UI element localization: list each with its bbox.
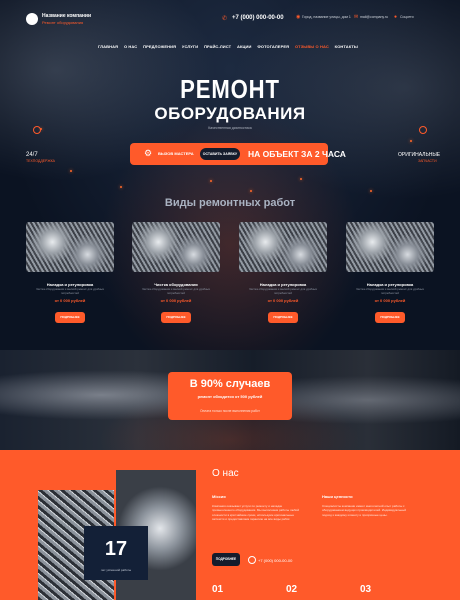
- stat-number: 02: [286, 584, 298, 595]
- nav-item-home[interactable]: ГЛАВНАЯ: [98, 44, 118, 54]
- spark: [300, 178, 302, 180]
- nav-item-about[interactable]: О НАС: [124, 44, 137, 54]
- spark: [70, 170, 72, 172]
- header-address: Город, название улицы, дом 1: [302, 15, 351, 19]
- service-card: Наладка и регулировка Чистка оборудовани…: [26, 222, 114, 332]
- parts-subtitle: ЗАПЧАСТИ: [418, 159, 437, 163]
- slider-prev-icon[interactable]: [33, 126, 41, 134]
- hero-subtitle: Качественная диагностика: [208, 126, 252, 130]
- service-image: [346, 222, 434, 272]
- hero-title: РЕМОНТ: [180, 74, 280, 104]
- service-image: [239, 222, 327, 272]
- details-button[interactable]: ПОДРОБНЕЕ: [268, 312, 298, 323]
- promo-note: Оплата только после выполнения работ: [200, 409, 260, 413]
- hero-section: Название компании Ремонт оборудования ✆ …: [0, 0, 460, 350]
- about-phone[interactable]: +7 (000) 000-00-00: [258, 558, 292, 563]
- support-title: 24/7: [26, 152, 38, 158]
- logo-icon[interactable]: [26, 13, 38, 25]
- nav-item-promos[interactable]: АКЦИИ: [237, 44, 252, 54]
- service-description: Чистка оборудования и мелкий ремонт для …: [248, 287, 318, 295]
- services-title: Виды ремонтных работ: [164, 197, 296, 209]
- service-image: [26, 222, 114, 272]
- company-name[interactable]: Название компании: [42, 13, 91, 19]
- gear-icon: ⚙: [144, 148, 153, 158]
- stat-number: 03: [360, 584, 372, 595]
- service-description: Чистка оборудования и мелкий ремонт для …: [35, 287, 105, 295]
- cta-bar: ⚙ ВЫЗОВ МАСТЕРА ОСТАВИТЬ ЗАЯВКУ НА ОБЪЕК…: [130, 143, 346, 165]
- nav-item-gallery[interactable]: ФОТОГАЛЕРЕЯ: [257, 44, 289, 54]
- promo-box: В 90% случаев ремонт обходится от 500 ру…: [168, 372, 292, 420]
- service-image: [132, 222, 220, 272]
- service-description: Чистка оборудования и мелкий ремонт для …: [141, 287, 211, 295]
- page: Название компании Ремонт оборудования ✆ …: [0, 0, 460, 600]
- company-tagline: Ремонт оборудования: [42, 20, 84, 25]
- leave-request-button[interactable]: ОСТАВИТЬ ЗАЯВКУ: [200, 148, 240, 160]
- service-price: от 0 000 рублей: [160, 298, 192, 303]
- spark: [250, 190, 252, 192]
- nav-item-offers[interactable]: ПРЕДЛОЖЕНИЯ: [143, 44, 176, 54]
- service-card: Наладка и регулировка Чистка оборудовани…: [239, 222, 327, 332]
- mail-icon: ✉: [354, 14, 359, 20]
- mission-text: Компания оказывает услуги по ремонту и н…: [212, 504, 300, 521]
- header-phone[interactable]: +7 (000) 000-00-00: [232, 15, 284, 21]
- slider-next-icon[interactable]: [419, 126, 427, 134]
- service-card: Чистка оборудования Чистка оборудования …: [132, 222, 220, 332]
- social-icon: ●: [394, 14, 398, 20]
- service-price: от 0 000 рублей: [374, 298, 406, 303]
- service-card: Наладка и регулировка Чистка оборудовани…: [346, 222, 434, 332]
- spark: [370, 190, 372, 192]
- mission-heading: Miссия: [212, 494, 226, 499]
- experience-years: 17: [104, 538, 128, 560]
- cta-headline: НА ОБЪЕКТ ЗА 2 ЧАСА: [248, 149, 346, 159]
- spark: [120, 186, 122, 188]
- spark: [210, 180, 212, 182]
- support-subtitle: ТЕХПОДДЕРЖКА: [26, 159, 55, 163]
- main-nav: ГЛАВНАЯ О НАС ПРЕДЛОЖЕНИЯ УСЛУГИ ПРАЙС-Л…: [98, 44, 358, 54]
- header-email[interactable]: mail@company.ru: [360, 15, 388, 19]
- hero-title-2: ОБОРУДОВАНИЯ: [154, 104, 306, 123]
- phone-icon: ✆: [222, 16, 228, 22]
- top-bar: Название компании Ремонт оборудования ✆ …: [0, 10, 460, 32]
- promo-subtitle: ремонт обходится от 500 рублей: [197, 394, 263, 399]
- services-cards: Наладка и регулировка Чистка оборудовани…: [26, 222, 434, 332]
- experience-badge: 17 лет успешной работы: [84, 526, 148, 580]
- service-price: от 0 000 рублей: [267, 298, 299, 303]
- parts-title: ОРИГИНАЛЬНЫЕ: [398, 152, 441, 158]
- details-button[interactable]: ПОДРОБНЕЕ: [55, 312, 85, 323]
- location-icon: ◉: [296, 14, 301, 20]
- stat-number: 01: [212, 584, 224, 595]
- service-description: Чистка оборудования и мелкий ремонт для …: [355, 287, 425, 295]
- details-button[interactable]: ПОДРОБНЕЕ: [161, 312, 191, 323]
- values-heading: Наши ценности: [322, 494, 353, 499]
- nav-item-prices[interactable]: ПРАЙС-ЛИСТ: [204, 44, 231, 54]
- nav-item-reviews[interactable]: ОТЗЫВЫ О НАС: [295, 44, 329, 54]
- cta-label: ВЫЗОВ МАСТЕРА: [158, 151, 194, 156]
- nav-item-services[interactable]: УСЛУГИ: [182, 44, 198, 54]
- spark: [410, 140, 412, 142]
- about-title: О нас: [212, 468, 239, 479]
- experience-label: лет успешной работы: [100, 568, 132, 572]
- phone-icon: [248, 556, 256, 564]
- details-button[interactable]: ПОДРОБНЕЕ: [375, 312, 405, 323]
- values-text: Специалисты компании имеют многолетний о…: [322, 504, 406, 517]
- promo-title: В 90% случаев: [189, 378, 271, 390]
- header-social[interactable]: Соцсети: [400, 15, 414, 19]
- about-details-button[interactable]: ПОДРОБНЕЕ: [212, 553, 240, 566]
- nav-item-contacts[interactable]: КОНТАКТЫ: [335, 44, 358, 54]
- service-price: от 0 000 рублей: [54, 298, 86, 303]
